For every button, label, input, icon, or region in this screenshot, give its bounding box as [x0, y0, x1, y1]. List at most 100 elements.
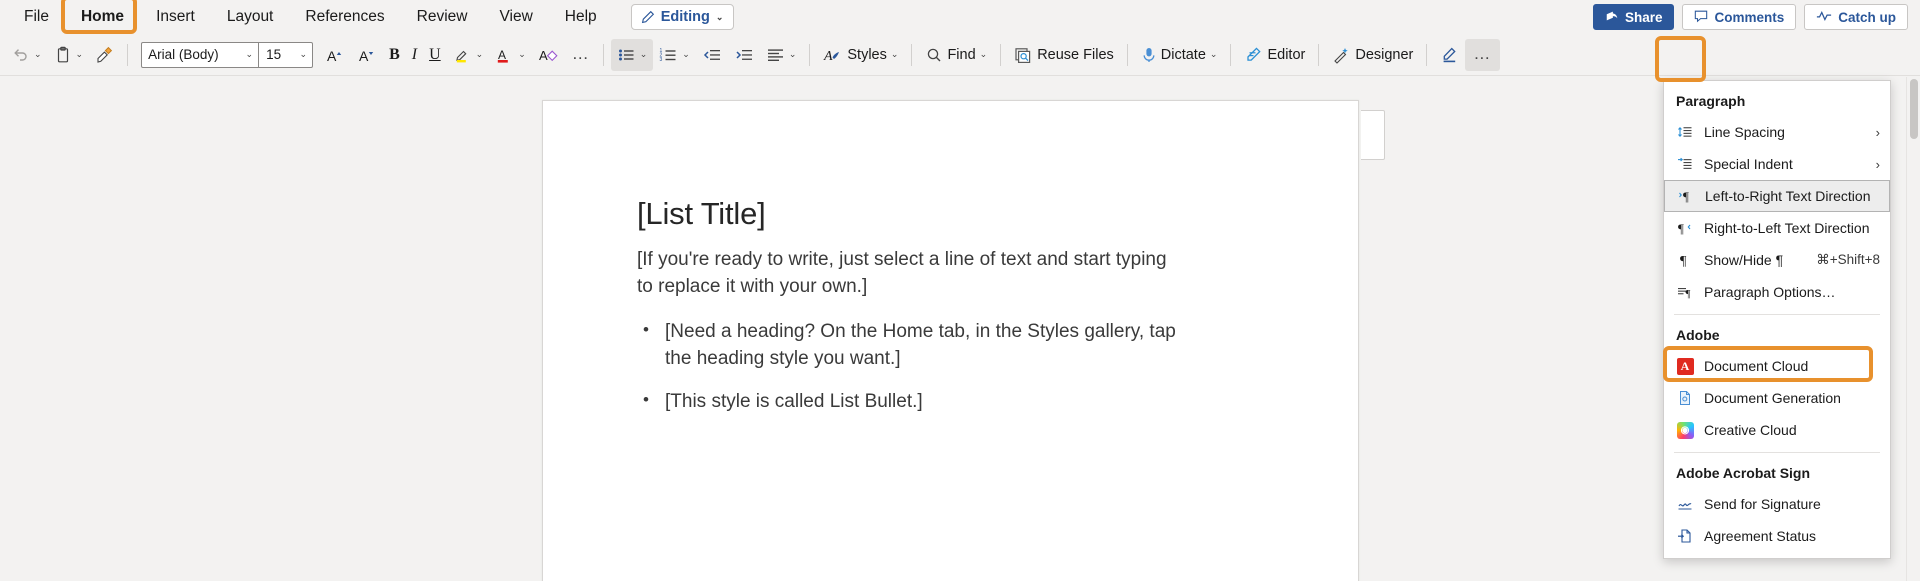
scrollbar-thumb[interactable] — [1910, 79, 1918, 139]
svg-text:A: A — [823, 49, 833, 64]
undo-chevron-down-icon[interactable]: ⌄ — [34, 50, 42, 59]
reuse-files-button[interactable]: Reuse Files — [1008, 39, 1120, 71]
menu-item-ltr-text-direction[interactable]: ¶ Left-to-Right Text Direction — [1664, 180, 1890, 212]
styles-button[interactable]: A Styles ⌄ — [817, 39, 904, 71]
menu-item-document-generation[interactable]: Document Generation — [1664, 382, 1890, 414]
font-controls: Arial (Body) ⌄ 15 ⌄ — [141, 41, 314, 68]
menu-group-header-adobe: Adobe — [1676, 327, 1720, 343]
increase-indent-button[interactable] — [728, 39, 760, 71]
catch-up-button[interactable]: Catch up — [1804, 4, 1908, 30]
font-color-chevron-down-icon[interactable]: ⌄ — [518, 50, 526, 59]
menu-item-show-hide-marks[interactable]: ¶ Show/Hide ¶ ⌘+Shift+8 — [1664, 244, 1890, 276]
draw-with-trackpad-button[interactable] — [1434, 39, 1465, 71]
alignment-chevron-down-icon[interactable]: ⌄ — [789, 50, 797, 59]
editor-label: Editor — [1267, 46, 1306, 63]
menu-item-rtl-text-direction[interactable]: ¶ Right-to-Left Text Direction — [1664, 212, 1890, 244]
document-bullet-list: [Need a heading? On the Home tab, in the… — [637, 318, 1183, 416]
menu-item-send-for-signature-label: Send for Signature — [1704, 496, 1821, 512]
tab-layout[interactable]: Layout — [213, 2, 288, 33]
undo-button[interactable]: ⌄ — [6, 39, 48, 71]
menu-item-paragraph-options-label: Paragraph Options… — [1704, 284, 1836, 300]
editing-mode-button[interactable]: Editing ⌄ — [630, 4, 735, 30]
document-paragraph: [If you're ready to write, just select a… — [637, 249, 1167, 298]
bullets-chevron-down-icon[interactable]: ⌄ — [640, 50, 648, 59]
find-chevron-down-icon[interactable]: ⌄ — [980, 50, 988, 59]
chevron-right-icon: › — [1875, 156, 1880, 172]
dictate-chevron-down-icon[interactable]: ⌄ — [1210, 50, 1218, 59]
overflow-more-options-button[interactable]: … — [1465, 38, 1501, 71]
paragraph-overflow-menu: Paragraph Line Spacing › Special Indent … — [1663, 80, 1891, 559]
reuse-files-label: Reuse Files — [1037, 46, 1114, 63]
find-label: Find — [947, 46, 976, 63]
menu-item-special-indent[interactable]: Special Indent › — [1664, 148, 1890, 180]
numbering-button[interactable]: 123 ⌄ — [653, 39, 696, 71]
italic-button[interactable]: I — [406, 39, 423, 71]
home-ribbon-toolbar: ⌄ ⌄ Arial (Body) ⌄ 15 ⌄ A A B I U ⌄ A ⌄ … — [0, 34, 1920, 94]
clear-formatting-button[interactable]: A — [532, 39, 566, 71]
editor-button[interactable]: Editor — [1238, 39, 1311, 71]
tab-insert[interactable]: Insert — [142, 2, 209, 33]
menu-item-creative-cloud[interactable]: ◉ Creative Cloud — [1664, 414, 1890, 446]
document-page[interactable]: [List Title] [If you're ready to write, … — [542, 100, 1359, 581]
styles-chevron-down-icon[interactable]: ⌄ — [891, 50, 899, 59]
bold-button[interactable]: B — [383, 39, 406, 71]
tab-help[interactable]: Help — [551, 2, 611, 33]
shrink-font-button[interactable]: A — [351, 39, 383, 71]
pencil-icon — [640, 10, 655, 25]
menu-item-rtl-text-direction-label: Right-to-Left Text Direction — [1704, 220, 1870, 236]
highlight-chevron-down-icon[interactable]: ⌄ — [476, 50, 484, 59]
chevron-down-icon: ⌄ — [715, 11, 724, 22]
tab-references[interactable]: References — [291, 2, 398, 33]
format-painter-button[interactable] — [89, 39, 120, 71]
grow-font-button[interactable]: A — [319, 39, 351, 71]
menu-group-header-paragraph: Paragraph — [1676, 93, 1746, 109]
ribbon-tabs: File Home Insert Layout References Revie… — [0, 0, 735, 34]
svg-text:¶: ¶ — [1678, 221, 1684, 236]
tab-view[interactable]: View — [485, 2, 546, 33]
ribbon-right-actions: Share Comments Catch up — [1592, 4, 1908, 30]
paste-button[interactable]: ⌄ — [48, 39, 90, 71]
tab-review[interactable]: Review — [403, 2, 482, 33]
font-color-button[interactable]: A ⌄ — [489, 39, 532, 71]
menu-item-agreement-status[interactable]: Agreement Status — [1664, 520, 1890, 552]
comments-label: Comments — [1714, 9, 1785, 25]
font-name-value: Arial (Body) — [148, 47, 219, 62]
paste-chevron-down-icon[interactable]: ⌄ — [76, 50, 84, 59]
comments-button[interactable]: Comments — [1682, 4, 1797, 30]
vertical-scrollbar[interactable] — [1906, 77, 1920, 581]
chevron-right-icon: › — [1875, 124, 1880, 140]
font-size-chevron-down-icon[interactable]: ⌄ — [300, 50, 308, 59]
tab-home[interactable]: Home — [67, 2, 138, 33]
font-name-select[interactable]: Arial (Body) ⌄ — [142, 43, 258, 67]
font-name-chevron-down-icon[interactable]: ⌄ — [246, 50, 254, 59]
bullets-button[interactable]: ⌄ — [610, 38, 654, 71]
alignment-button[interactable]: ⌄ — [760, 39, 803, 71]
font-size-select[interactable]: 15 ⌄ — [258, 42, 312, 67]
tab-review-label: Review — [416, 7, 468, 25]
tab-view-label: View — [499, 7, 533, 25]
highlight-color-button[interactable]: ⌄ — [447, 39, 490, 71]
toolbar-divider-9 — [1426, 43, 1428, 66]
share-label: Share — [1624, 9, 1663, 25]
tab-references-label: References — [305, 7, 385, 25]
dictate-button[interactable]: Dictate ⌄ — [1135, 39, 1224, 71]
decrease-indent-button[interactable] — [696, 39, 728, 71]
toolbar-divider — [127, 43, 129, 66]
menu-item-line-spacing[interactable]: Line Spacing › — [1664, 116, 1890, 148]
document-body[interactable]: [List Title] [If you're ready to write, … — [543, 101, 1183, 416]
more-font-options-button[interactable]: … — [566, 39, 596, 71]
tab-file[interactable]: File — [10, 2, 63, 33]
share-button[interactable]: Share — [1592, 4, 1675, 30]
underline-button[interactable]: U — [423, 39, 447, 71]
svg-text:3: 3 — [660, 57, 663, 63]
menu-item-paragraph-options[interactable]: ¶ Paragraph Options… — [1664, 276, 1890, 308]
styles-label: Styles — [847, 46, 887, 63]
page-side-tab[interactable] — [1361, 110, 1385, 160]
ribbon-tab-bar: File Home Insert Layout References Revie… — [0, 0, 1920, 34]
designer-label: Designer — [1355, 46, 1414, 63]
menu-item-send-for-signature[interactable]: Send for Signature — [1664, 488, 1890, 520]
find-button[interactable]: Find ⌄ — [919, 39, 993, 71]
numbering-chevron-down-icon[interactable]: ⌄ — [682, 50, 690, 59]
designer-button[interactable]: Designer — [1326, 39, 1419, 71]
menu-item-document-cloud[interactable]: A Document Cloud — [1664, 350, 1890, 382]
